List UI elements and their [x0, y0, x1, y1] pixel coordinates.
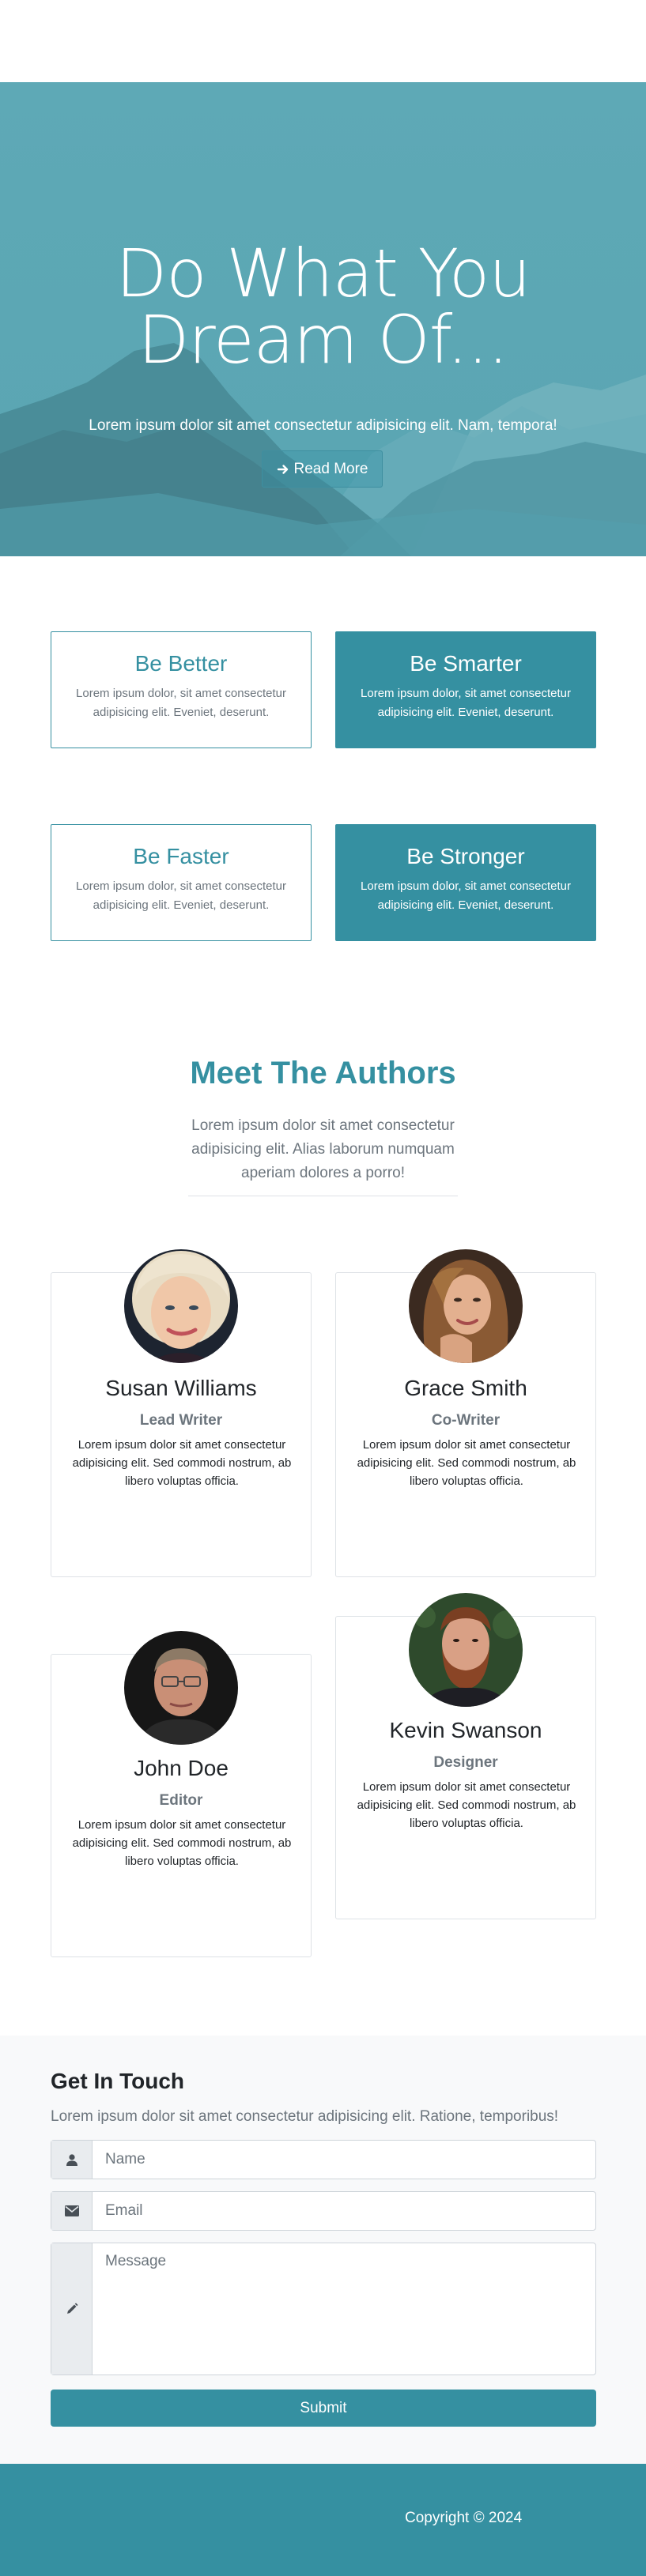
author-bio: Lorem ipsum dolor sit amet consectetur a…	[72, 1818, 292, 1868]
contact-subtitle: Lorem ipsum dolor sit amet consectetur a…	[51, 2108, 559, 2125]
author-role: Editor	[159, 1792, 203, 1809]
author-name: Grace Smith	[404, 1376, 527, 1400]
name-field-group	[51, 2140, 596, 2179]
author-role: Co-Writer	[431, 1412, 501, 1429]
feature-text: Lorem ipsum dolor, sit amet consectetur …	[361, 879, 571, 912]
author-role: Lead Writer	[139, 1412, 223, 1429]
feature-text: Lorem ipsum dolor, sit amet consectetur …	[361, 687, 571, 719]
contact-section: Get In Touch Lorem ipsum dolor sit amet …	[0, 2036, 646, 2464]
feature-text: Lorem ipsum dolor, sit amet consectetur …	[76, 879, 286, 912]
authors-section-title: Meet The Authors	[190, 1056, 456, 1090]
author-name: Susan Williams	[105, 1376, 257, 1400]
avatar-susan-williams	[124, 1249, 238, 1363]
feature-title: Be Better	[134, 651, 228, 676]
contact-title: Get In Touch	[51, 2069, 185, 2093]
submit-button[interactable]: Submit	[51, 2390, 596, 2427]
author-bio: Lorem ipsum dolor sit amet consectetur a…	[357, 1438, 576, 1488]
feature-title: Be Faster	[133, 844, 229, 868]
pencil-icon	[51, 2243, 93, 2375]
hero-title-line2: Dream Of...	[138, 301, 509, 378]
read-more-label: Read More	[293, 460, 368, 477]
author-bio: Lorem ipsum dolor sit amet consectetur a…	[357, 1780, 576, 1830]
hero-subtitle: Lorem ipsum dolor sit amet consectetur a…	[89, 417, 557, 434]
authors-section-subtitle: Lorem ipsum dolor sit amet consectetur a…	[191, 1117, 455, 1181]
hero-title-line1: Do What You	[115, 235, 531, 312]
email-field-group	[51, 2191, 596, 2231]
message-field-group	[51, 2243, 596, 2375]
message-textarea[interactable]	[93, 2243, 595, 2375]
avatar-kevin-swanson	[409, 1593, 523, 1707]
hero-section: Do What You Dream Of... Lorem ipsum dolo…	[0, 82, 646, 556]
author-role: Designer	[433, 1754, 498, 1771]
avatar-grace-smith	[409, 1249, 523, 1363]
feature-text: Lorem ipsum dolor, sit amet consectetur …	[76, 687, 286, 719]
author-name: Kevin Swanson	[389, 1718, 542, 1742]
author-name: John Doe	[134, 1756, 229, 1780]
feature-title: Be Smarter	[410, 651, 522, 676]
feature-box-be-better: Be Better Lorem ipsum dolor, sit amet co…	[51, 631, 312, 748]
name-input[interactable]	[93, 2141, 595, 2179]
feature-box-be-smarter: Be Smarter Lorem ipsum dolor, sit amet c…	[335, 631, 596, 748]
read-more-button[interactable]: Read More	[262, 450, 383, 488]
user-icon	[51, 2141, 93, 2179]
copyright-text: Copyright © 2024	[405, 2510, 523, 2526]
email-input[interactable]	[93, 2192, 595, 2230]
hero-title: Do What You Dream Of...	[0, 240, 646, 373]
feature-title: Be Stronger	[406, 844, 525, 868]
envelope-icon	[51, 2192, 93, 2230]
feature-box-be-faster: Be Faster Lorem ipsum dolor, sit amet co…	[51, 824, 312, 941]
avatar-john-doe	[124, 1631, 238, 1745]
arrow-right-icon	[277, 464, 288, 474]
feature-box-be-stronger: Be Stronger Lorem ipsum dolor, sit amet …	[335, 824, 596, 941]
footer: Copyright © 2024	[0, 2464, 646, 2576]
author-bio: Lorem ipsum dolor sit amet consectetur a…	[72, 1438, 292, 1488]
